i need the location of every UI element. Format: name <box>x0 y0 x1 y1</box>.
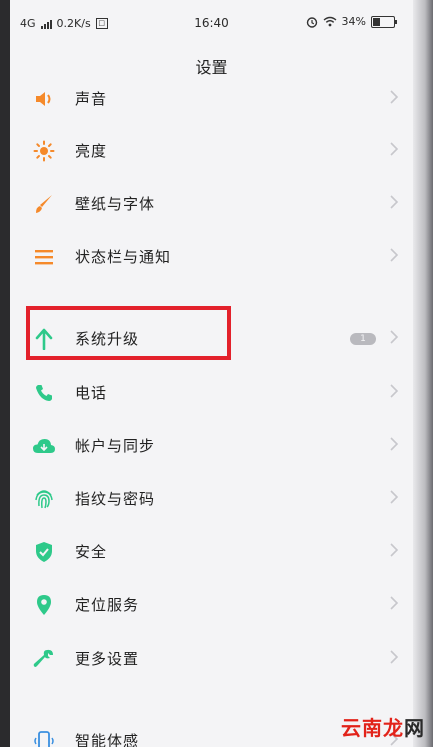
settings-row-label: 帐户与同步 <box>75 437 156 455</box>
settings-row-label: 更多设置 <box>75 650 140 668</box>
watermark-text-dark: 网 <box>404 716 425 740</box>
battery-fill <box>373 17 380 26</box>
settings-row[interactable]: 壁纸与字体 <box>10 177 413 230</box>
settings-row[interactable]: 亮度 <box>10 124 413 177</box>
chevron-right-icon <box>389 595 403 615</box>
phone-icon <box>32 381 56 405</box>
wrench-icon <box>32 647 56 671</box>
settings-row-label: 亮度 <box>75 142 108 160</box>
settings-row-label: 电话 <box>75 384 108 402</box>
alarm-icon <box>306 16 317 28</box>
settings-row-label: 壁纸与字体 <box>75 195 156 213</box>
chevron-right-icon <box>389 649 403 669</box>
chevron-right-icon <box>389 194 403 214</box>
chevron-right-icon <box>389 89 403 109</box>
battery-percent: 34% <box>341 15 366 28</box>
settings-row[interactable]: 更多设置 <box>10 632 413 685</box>
shield-icon <box>32 540 56 564</box>
status-bar: 4G 0.2K/s □ 16:40 34% <box>10 0 413 48</box>
cloud-icon <box>32 434 56 458</box>
settings-row-label: 定位服务 <box>75 596 140 614</box>
settings-row[interactable]: 电话 <box>10 366 413 419</box>
chevron-right-icon <box>389 141 403 161</box>
battery-icon <box>371 15 397 28</box>
phone-bezel <box>413 0 433 747</box>
watermark: 云南龙网 <box>341 712 425 741</box>
update-count-badge: 1 <box>350 332 376 345</box>
chevron-right-icon <box>389 489 403 509</box>
watermark-text: 云南龙 <box>341 716 404 740</box>
settings-row-label: 安全 <box>75 543 108 561</box>
settings-row[interactable]: 安全 <box>10 525 413 578</box>
wifi-icon <box>323 16 336 27</box>
chevron-right-icon <box>389 247 403 267</box>
settings-row-label: 指纹与密码 <box>75 490 156 508</box>
settings-row[interactable]: 声音 <box>10 72 413 125</box>
fingerprint-icon <box>32 487 56 511</box>
settings-row[interactable]: 帐户与同步 <box>10 419 413 472</box>
settings-row-label: 状态栏与通知 <box>75 248 172 266</box>
status-right: 34% <box>306 15 397 28</box>
settings-row-label: 智能体感 <box>75 732 140 747</box>
settings-row-label: 声音 <box>75 90 108 108</box>
phone-screen: 4G 0.2K/s □ 16:40 34% 设置 声音 亮度 壁纸与字体 状态栏与通知… <box>10 0 413 747</box>
location-pin-icon <box>32 593 56 617</box>
sun-icon <box>32 139 56 163</box>
list-icon <box>32 245 56 269</box>
chevron-right-icon <box>389 383 403 403</box>
phone-motion-icon <box>32 729 56 747</box>
highlight-box <box>26 306 231 360</box>
settings-row[interactable]: 状态栏与通知 <box>10 230 413 283</box>
settings-row[interactable]: 定位服务 <box>10 578 413 631</box>
chevron-right-icon <box>389 542 403 562</box>
chevron-right-icon <box>389 436 403 456</box>
chevron-right-icon <box>389 329 403 349</box>
settings-row[interactable]: 指纹与密码 <box>10 472 413 525</box>
speaker-icon <box>32 87 56 111</box>
brush-icon <box>32 192 56 216</box>
